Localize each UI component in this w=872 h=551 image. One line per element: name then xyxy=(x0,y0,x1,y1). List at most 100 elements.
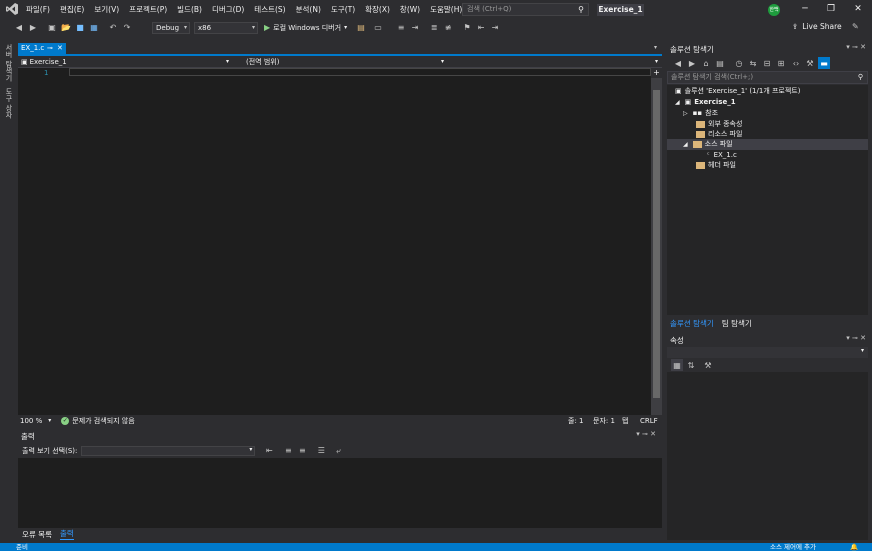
home-icon[interactable]: ⌂ xyxy=(700,57,712,69)
back-icon[interactable]: ◀ xyxy=(672,57,684,69)
chevron-down-icon[interactable]: ▾ xyxy=(48,417,51,424)
tree-item-project[interactable]: ◢ ▣ Exercise_1 xyxy=(675,97,736,108)
zoom-level[interactable]: 100 % xyxy=(20,417,42,425)
menu-build[interactable]: 빌드(B) xyxy=(172,0,207,19)
pin-icon[interactable]: ⊸ xyxy=(47,43,53,54)
alphabetical-icon[interactable]: ⇅ xyxy=(685,359,697,371)
find-message-icon[interactable]: ⇤ xyxy=(263,445,275,457)
sync-icon[interactable]: ⇆ xyxy=(747,57,759,69)
indent-icon[interactable]: ⇥ xyxy=(409,22,421,34)
menu-debug[interactable]: 디버그(D) xyxy=(207,0,249,19)
forward-icon[interactable]: ▶ xyxy=(27,22,39,34)
prev-message-icon[interactable]: ≡ xyxy=(282,445,294,457)
categorized-icon[interactable]: ▦ xyxy=(671,359,683,371)
server-explorer-tab[interactable]: 서버 탐색기 xyxy=(4,44,14,81)
redo-icon[interactable]: ↷ xyxy=(121,22,133,34)
tree-item-label: 소스 파일 xyxy=(704,140,733,148)
platform-select[interactable]: x86 ▾ xyxy=(194,21,258,34)
format-icon[interactable]: ≡ xyxy=(395,22,407,34)
output-source-select[interactable]: ▾ xyxy=(81,445,256,456)
expand-icon[interactable]: ◢ xyxy=(675,99,680,106)
uncomment-icon[interactable]: ≢ xyxy=(442,22,454,34)
view-code-icon[interactable]: ‹› xyxy=(790,57,802,69)
back-icon[interactable]: ◀ xyxy=(13,22,25,34)
search-input[interactable]: 검색 (Ctrl+Q) ⚲ xyxy=(462,3,589,16)
menu-file[interactable]: 파일(F) xyxy=(21,0,55,19)
member-select[interactable]: ▾ xyxy=(450,57,662,67)
scope-select[interactable]: (전역 범위) ▾ xyxy=(243,57,448,67)
save-all-icon[interactable]: ▦ xyxy=(88,22,100,34)
properties-object-select[interactable]: ▾ xyxy=(667,347,868,358)
property-pages-icon[interactable]: ⚒ xyxy=(702,359,714,371)
menu-window[interactable]: 창(W) xyxy=(395,0,425,19)
feedback-icon[interactable]: ✎ xyxy=(852,22,859,31)
split-icon[interactable]: + xyxy=(652,68,661,77)
search-icon: ⚲ xyxy=(578,5,584,14)
add-to-source-control[interactable]: 소스 제어에 추가 xyxy=(770,543,816,551)
save-icon[interactable]: ■ xyxy=(74,22,86,34)
tab-solution-explorer[interactable]: 솔루션 탐색기 xyxy=(670,318,714,329)
tree-item-source-files[interactable]: ◢ 소스 파일 xyxy=(667,139,868,150)
code-editor[interactable]: 1 xyxy=(18,68,651,415)
tree-item-header-files[interactable]: 헤더 파일 xyxy=(696,160,736,171)
close-icon[interactable]: ✕ xyxy=(845,0,871,19)
output-text-area[interactable] xyxy=(18,458,662,528)
toolbox-tab[interactable]: 도구 상자 xyxy=(4,88,14,118)
tab-overflow-icon[interactable]: ▾ xyxy=(654,44,657,51)
comment-icon[interactable]: ≣ xyxy=(428,22,440,34)
menu-test[interactable]: 테스트(S) xyxy=(249,0,290,19)
live-share-button[interactable]: ⇪ Live Share xyxy=(792,22,842,31)
attach-icon[interactable]: ▤ xyxy=(355,22,367,34)
tree-item-references[interactable]: ▷ ▪▪ 참조 xyxy=(683,108,718,119)
next-message-icon[interactable]: ≡ xyxy=(296,445,308,457)
tab-error-list[interactable]: 오류 목록 xyxy=(22,529,52,540)
status-ready: 준비 xyxy=(16,543,28,551)
menu-tools[interactable]: 도구(T) xyxy=(326,0,360,19)
show-all-files-icon[interactable]: ⊞ xyxy=(775,57,787,69)
next-bookmark-icon[interactable]: ⇥ xyxy=(489,22,501,34)
tree-item-label: Exercise_1 xyxy=(694,98,736,106)
expand-icon[interactable]: ◢ xyxy=(683,141,688,148)
project-select[interactable]: ▣ Exercise_1 ▾ xyxy=(18,57,233,67)
collapse-all-icon[interactable]: ⊟ xyxy=(761,57,773,69)
word-wrap-icon[interactable]: ⤶ xyxy=(332,445,344,457)
prev-bookmark-icon[interactable]: ⇤ xyxy=(475,22,487,34)
avatar[interactable]: 한백 xyxy=(768,4,780,16)
issues-status[interactable]: 문제가 검색되지 않음 xyxy=(72,416,134,426)
properties-icon[interactable]: ⚒ xyxy=(804,57,816,69)
undo-icon[interactable]: ↶ xyxy=(107,22,119,34)
menu-analyze[interactable]: 분석(N) xyxy=(291,0,326,19)
preview-icon[interactable]: ▬ xyxy=(818,57,830,69)
tab-output[interactable]: 출력 xyxy=(59,528,74,540)
menu-view[interactable]: 보기(V) xyxy=(89,0,124,19)
screenshot-icon[interactable]: ▭ xyxy=(372,22,384,34)
chevron-down-icon: ▾ xyxy=(225,58,229,65)
new-project-icon[interactable]: ▣ xyxy=(46,22,58,34)
tab-ex1-c[interactable]: EX_1.c ⊸ ✕ xyxy=(18,43,66,54)
solution-search-input[interactable]: 솔루션 탐색기 검색(Ctrl+;) ⚲ xyxy=(667,71,868,84)
minimize-icon[interactable]: ─ xyxy=(792,0,818,19)
panel-controls[interactable]: ▾ ⊸ ✕ xyxy=(846,334,866,342)
panel-controls[interactable]: ▾ ⊸ ✕ xyxy=(846,43,866,51)
tab-close-icon[interactable]: ✕ xyxy=(57,43,63,54)
bookmark-icon[interactable]: ⚑ xyxy=(461,22,473,34)
restore-icon[interactable]: ❐ xyxy=(818,0,844,19)
menu-extensions[interactable]: 확장(X) xyxy=(360,0,395,19)
tree-item-solution[interactable]: ▣ 솔루션 'Exercise_1' (1/1개 프로젝트) xyxy=(675,86,800,97)
config-select[interactable]: Debug ▾ xyxy=(152,21,190,34)
clear-all-icon[interactable]: ☰ xyxy=(315,445,327,457)
open-icon[interactable]: 📂 xyxy=(60,22,72,34)
menu-edit[interactable]: 편집(E) xyxy=(55,0,89,19)
menu-project[interactable]: 프로젝트(P) xyxy=(124,0,172,19)
scrollbar-thumb[interactable] xyxy=(653,90,660,398)
tab-team-explorer[interactable]: 팀 탐색기 xyxy=(722,318,752,329)
run-button[interactable]: ▶ 로컬 Windows 디버거 ▾ xyxy=(264,23,347,33)
panel-controls[interactable]: ▾ ⊸ ✕ xyxy=(636,430,656,438)
pending-changes-icon[interactable]: ◷ xyxy=(733,57,745,69)
forward-icon[interactable]: ▶ xyxy=(686,57,698,69)
folder-icon xyxy=(696,161,705,169)
notification-icon[interactable]: 🔔 xyxy=(850,543,858,551)
menu-help[interactable]: 도움말(H) xyxy=(425,0,467,19)
switch-view-icon[interactable]: ▤ xyxy=(714,57,726,69)
collapse-icon[interactable]: ▷ xyxy=(683,110,688,117)
